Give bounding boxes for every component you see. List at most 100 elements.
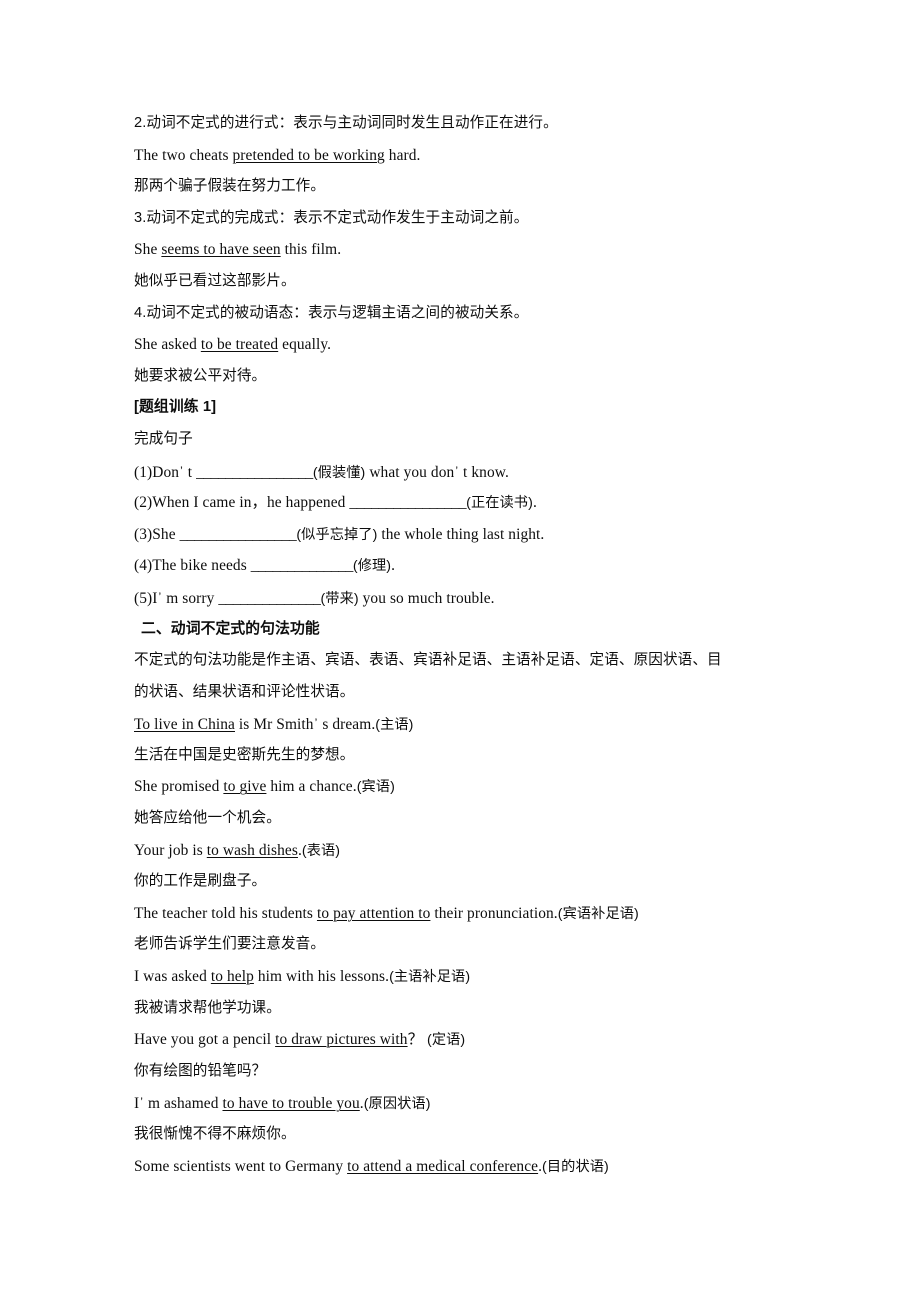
function-label: (宾语) <box>356 779 395 796</box>
example-prefix: Have you got a pencil <box>134 1031 276 1049</box>
example-suffix: ？ <box>407 1031 428 1049</box>
example-cn-2: 那两个骗子假装在努力工作。 <box>134 178 326 195</box>
example-prefix: She promised <box>134 778 224 796</box>
answer-blank[interactable]: ______________ <box>251 557 354 574</box>
item-number: (4) <box>134 557 153 575</box>
syntax-example-cn-4: 老师告诉学生们要注意发音。 <box>134 936 326 953</box>
section-two-paragraph-line-2: 的状语、结果状语和评论性状语。 <box>134 683 355 700</box>
example-prefix: The two cheats <box>134 146 233 164</box>
example-prefix: I was asked <box>134 968 211 986</box>
section-two-heading: 二、动词不定式的句法功能 <box>141 620 320 637</box>
example-suffix: him a chance. <box>266 778 357 796</box>
item-hint: (带来) <box>320 590 359 607</box>
function-label: (主语补足语) <box>389 969 471 986</box>
exercise-item-1: (1)Don’ t ________________(假装懂) what you… <box>134 456 794 488</box>
underlined-phrase: to draw pictures with <box>275 1031 408 1049</box>
example-en-4: She asked to be treated equally. <box>134 329 794 361</box>
function-label: (原因状语) <box>363 1096 431 1113</box>
syntax-example-cn-5: 我被请求帮他学功课。 <box>134 999 281 1016</box>
section-two-paragraph-line-1: 不定式的句法功能是作主语、宾语、表语、宾语补足语、主语补足语、定语、原因状语、目 <box>134 652 722 669</box>
syntax-example-cn-1: 生活在中国是史密斯先生的梦想。 <box>134 746 355 763</box>
underlined-phrase: to wash dishes <box>206 841 298 859</box>
item-number: (5) <box>134 589 153 607</box>
item-tail: the whole thing last night. <box>377 525 545 543</box>
item-text-after-apos: m sorry <box>162 589 219 607</box>
syntax-example-cn-3: 你的工作是刷盘子。 <box>134 873 267 890</box>
syntax-example-en-4: The teacher told his students to pay att… <box>134 898 794 930</box>
item-hint: (似乎忘掉了) <box>296 526 378 543</box>
syntax-example-en-3: Your job is to wash dishes.(表语) <box>134 835 794 867</box>
item-tail: you so much trouble. <box>358 589 495 607</box>
document-body: 2.动词不定式的进行式：表示与主动词同时发生且动作正在进行。 The two c… <box>134 108 794 1182</box>
item-number: (2) <box>134 494 153 512</box>
example-suffix: this film. <box>280 241 342 259</box>
item-tail-2: t know. <box>459 463 509 481</box>
item-number: (3) <box>134 525 153 543</box>
item-text-before: She <box>152 525 180 543</box>
example-tail: s dream. <box>318 716 376 734</box>
function-label: (宾语补足语) <box>557 905 639 922</box>
rule-line-3: 3.动词不定式的完成式：表示不定式动作发生于主动词之前。 <box>134 209 529 226</box>
syntax-example-en-8: Some scientists went to Germany to atten… <box>134 1151 794 1183</box>
underlined-phrase: to give <box>223 778 267 796</box>
example-prefix: She asked <box>134 336 201 354</box>
example-prefix-2: m ashamed <box>144 1095 223 1113</box>
example-suffix: him with his lessons. <box>253 968 390 986</box>
example-cn-4: 她要求被公平对待。 <box>134 367 267 384</box>
rule-line-2: 2.动词不定式的进行式：表示与主动词同时发生且动作正在进行。 <box>134 115 558 131</box>
function-label: (目的状语) <box>542 1158 609 1175</box>
syntax-example-en-1: To live in China is Mr Smith’ s dream.(主… <box>134 708 794 740</box>
example-en-3: She seems to have seen this film. <box>134 234 794 266</box>
item-text-before: Don <box>152 463 180 481</box>
answer-blank[interactable]: ________________ <box>349 494 466 511</box>
syntax-example-cn-2: 她答应给他一个机会。 <box>134 810 281 827</box>
example-suffix: hard. <box>384 146 421 164</box>
syntax-example-cn-6: 你有绘图的铅笔吗？ <box>134 1062 267 1079</box>
underlined-phrase: seems to have seen <box>161 241 281 259</box>
document-page: 2.动词不定式的进行式：表示与主动词同时发生且动作正在进行。 The two c… <box>0 0 920 1302</box>
example-prefix: Some scientists went to Germany <box>134 1157 348 1175</box>
function-label: (主语) <box>375 717 414 734</box>
example-prefix: Your job is <box>134 841 207 859</box>
function-label: (定语) <box>427 1032 466 1049</box>
exercise-item-3: (3)She ________________(似乎忘掉了) the whole… <box>134 519 794 551</box>
item-text-before: The bike needs <box>152 557 251 575</box>
answer-blank[interactable]: ______________ <box>218 590 321 607</box>
exercise-item-2: (2)When I came in，he happened __________… <box>134 487 794 519</box>
example-en-2: The two cheats pretended to be working h… <box>134 140 794 172</box>
item-hint: (修理) <box>352 558 392 575</box>
function-label: (表语) <box>301 842 341 859</box>
item-tail: . <box>391 557 396 575</box>
underlined-phrase: to have to trouble you <box>222 1095 360 1113</box>
underlined-phrase: To live in China <box>134 716 235 734</box>
example-suffix: their pronunciation. <box>430 904 558 922</box>
item-text-after-apos: t <box>183 463 197 481</box>
rule-line-4: 4.动词不定式的被动语态：表示与逻辑主语之间的被动关系。 <box>134 304 529 321</box>
item-number: (1) <box>134 463 153 481</box>
underlined-phrase: to pay attention to <box>316 904 431 922</box>
item-tail: what you don <box>365 463 455 481</box>
example-prefix: She <box>134 241 162 259</box>
exercise-block-title: [题组训练 1] <box>134 399 217 416</box>
item-hint: (正在读书) <box>466 495 533 512</box>
exercise-item-4: (4)The bike needs ______________(修理). <box>134 550 794 582</box>
syntax-example-en-2: She promised to give him a chance.(宾语) <box>134 771 794 803</box>
answer-blank[interactable]: ________________ <box>180 526 297 543</box>
underlined-phrase: pretended to be working <box>232 146 385 164</box>
underlined-phrase: to attend a medical conference <box>347 1157 539 1175</box>
example-prefix: The teacher told his students <box>134 904 317 922</box>
exercise-item-5: (5)I’ m sorry ______________(带来) you so … <box>134 582 794 614</box>
item-text-before: When I came in，he happened <box>152 494 350 512</box>
example-suffix: equally. <box>278 336 332 354</box>
syntax-example-en-7: I’ m ashamed to have to trouble you.(原因状… <box>134 1087 794 1119</box>
answer-blank[interactable]: ________________ <box>196 464 313 481</box>
syntax-example-en-6: Have you got a pencil to draw pictures w… <box>134 1024 794 1056</box>
example-suffix: is Mr Smith <box>234 716 314 734</box>
item-hint: (假装懂) <box>312 464 366 481</box>
syntax-example-cn-7: 我很惭愧不得不麻烦你。 <box>134 1126 296 1142</box>
item-tail: . <box>532 494 537 512</box>
underlined-phrase: to be treated <box>200 336 279 354</box>
syntax-example-en-5: I was asked to help him with his lessons… <box>134 961 794 993</box>
example-cn-3: 她似乎已看过这部影片。 <box>134 272 296 289</box>
exercise-instruction: 完成句子 <box>134 430 193 447</box>
